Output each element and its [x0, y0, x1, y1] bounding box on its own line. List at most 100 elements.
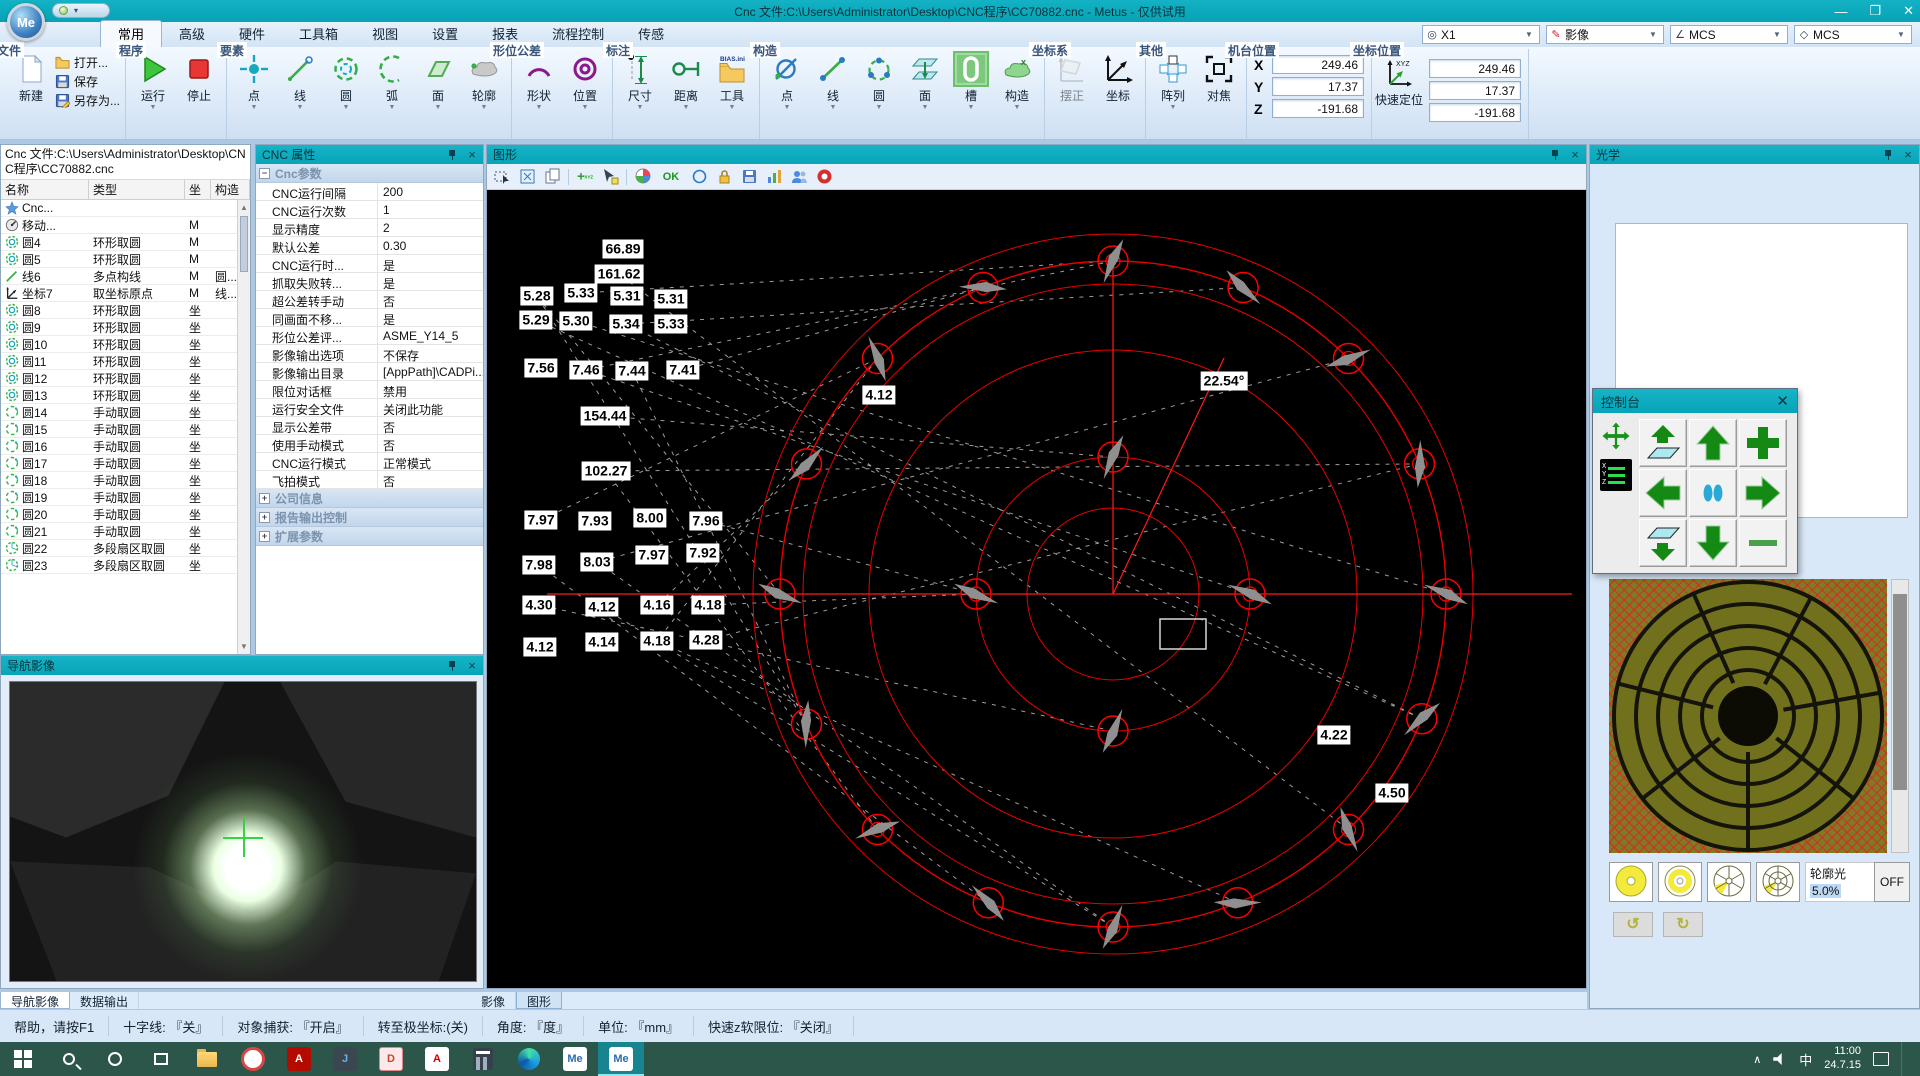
- column-header-坐[interactable]: 坐: [185, 180, 211, 200]
- 尺寸-button[interactable]: 尺寸▼: [618, 50, 662, 112]
- machine-z-value[interactable]: -191.68: [1272, 99, 1364, 118]
- tree-row-圆9[interactable]: 圆9环形取圆坐: [1, 319, 237, 336]
- property-row[interactable]: 抓取失败转...是: [256, 273, 483, 291]
- light-value[interactable]: 5.0%: [1810, 884, 1841, 898]
- color-icon[interactable]: [634, 168, 652, 186]
- taskbar-task-view-button[interactable]: [138, 1042, 184, 1076]
- 线-button[interactable]: 线▼: [811, 50, 855, 112]
- 停止-button[interactable]: 停止: [177, 50, 221, 104]
- 点-button[interactable]: 点▼: [765, 50, 809, 112]
- volume-icon[interactable]: [1773, 1053, 1787, 1065]
- tree-row-圆10[interactable]: 圆10环形取圆坐: [1, 336, 237, 353]
- pin-icon[interactable]: [1881, 149, 1895, 161]
- console-down-button[interactable]: [1689, 519, 1737, 567]
- 构造-button[interactable]: x构造▼: [995, 50, 1039, 112]
- pin-icon[interactable]: [445, 149, 459, 161]
- taskbar-search-button[interactable]: [46, 1042, 92, 1076]
- property-row[interactable]: CNC运行时...是: [256, 255, 483, 273]
- console-up-button[interactable]: [1689, 419, 1737, 467]
- maximize-button[interactable]: ❐: [1869, 3, 1881, 19]
- light-full-button[interactable]: [1609, 862, 1653, 902]
- property-value[interactable]: 2: [378, 219, 483, 236]
- 轮廓-button[interactable]: 轮廓▼: [462, 50, 506, 112]
- property-row[interactable]: 飞拍模式否: [256, 471, 483, 489]
- tree-row-圆4[interactable]: 圆4环形取圆M: [1, 234, 237, 251]
- console-z-down-button[interactable]: [1639, 519, 1687, 567]
- property-value[interactable]: 是: [378, 255, 483, 272]
- property-value[interactable]: 0.30: [378, 237, 483, 254]
- status-item-1[interactable]: 十字线: 『关』: [109, 1017, 222, 1036]
- console-right-button[interactable]: [1739, 469, 1787, 517]
- property-value[interactable]: 否: [378, 417, 483, 434]
- column-header-类型[interactable]: 类型: [89, 180, 185, 200]
- expand-icon[interactable]: +: [259, 493, 270, 504]
- taskbar-explorer-button[interactable]: [184, 1042, 230, 1076]
- show-desktop-button[interactable]: [1901, 1042, 1906, 1076]
- combo-mcs-2[interactable]: ∠MCS▼: [1670, 25, 1788, 44]
- column-header-构造[interactable]: 构造: [211, 180, 250, 200]
- 阵列-button[interactable]: 阵列▼: [1151, 50, 1195, 112]
- property-value[interactable]: 关闭此功能: [378, 399, 483, 416]
- tab-数据输出[interactable]: 数据输出: [70, 992, 139, 1009]
- tab-工具箱[interactable]: 工具箱: [282, 21, 355, 47]
- taskbar-acrobat-button[interactable]: A: [276, 1042, 322, 1076]
- property-value[interactable]: 是: [378, 309, 483, 326]
- combo-mcs-3[interactable]: ◇MCS▼: [1794, 25, 1912, 44]
- app-logo[interactable]: Me: [7, 3, 45, 41]
- 工具-button[interactable]: BIAS.ini工具▼: [710, 50, 754, 112]
- status-item-2[interactable]: 对象捕获: 『开启』: [223, 1017, 362, 1036]
- view-tab-图形[interactable]: 图形: [516, 992, 562, 1009]
- console-pause-button[interactable]: [1689, 469, 1737, 517]
- quick-access-toolbar[interactable]: ▾: [52, 3, 110, 18]
- scrollbar-thumb[interactable]: [240, 216, 248, 272]
- ring-light-diagram[interactable]: [1609, 579, 1887, 853]
- 打开...-button[interactable]: 打开...: [55, 54, 120, 71]
- property-row[interactable]: 影像输出选项不保存: [256, 345, 483, 363]
- taskbar-metus-button[interactable]: Me: [552, 1042, 598, 1076]
- tree-row-圆11[interactable]: 圆11环形取圆坐: [1, 353, 237, 370]
- copy-view-icon[interactable]: [543, 168, 561, 186]
- machine-y-value[interactable]: 17.37: [1272, 77, 1364, 96]
- expand-icon[interactable]: +: [259, 512, 270, 523]
- property-value[interactable]: 是: [378, 273, 483, 290]
- optics-scrollbar[interactable]: [1891, 579, 1909, 853]
- 圆-button[interactable]: 圆▼: [857, 50, 901, 112]
- console-plus-button[interactable]: [1739, 419, 1787, 467]
- coord-value-1[interactable]: 17.37: [1429, 81, 1521, 100]
- combo-影像-1[interactable]: ✎影像▼: [1546, 25, 1664, 44]
- console-minus-button[interactable]: [1739, 519, 1787, 567]
- 槽-button[interactable]: 槽▼: [949, 50, 993, 112]
- column-header-名称[interactable]: 名称: [1, 180, 89, 200]
- quick-position-button[interactable]: XYZ快速定位: [1377, 54, 1421, 122]
- 另存为...-button[interactable]: 另存为...: [55, 92, 120, 109]
- status-item-6[interactable]: 快速z软限位: 『关闭』: [694, 1017, 853, 1036]
- taskbar-media-button[interactable]: [230, 1042, 276, 1076]
- tree-row-圆5[interactable]: 圆5环形取圆M: [1, 251, 237, 268]
- 距离-button[interactable]: 距离▼: [664, 50, 708, 112]
- rotate-ccw-button[interactable]: ↺: [1613, 912, 1653, 937]
- property-row[interactable]: 超公差转手动否: [256, 291, 483, 309]
- property-group-header[interactable]: +报告输出控制: [256, 508, 483, 527]
- tree-row-圆18[interactable]: 圆18手动取圆坐: [1, 472, 237, 489]
- status-item-5[interactable]: 单位: 『mm』: [584, 1017, 693, 1036]
- property-value[interactable]: 否: [378, 291, 483, 308]
- 运行-button[interactable]: 运行▼: [131, 50, 175, 112]
- tree-row-圆20[interactable]: 圆20手动取圆坐: [1, 506, 237, 523]
- taskbar-autocad-button[interactable]: A: [414, 1042, 460, 1076]
- property-group-header[interactable]: +公司信息: [256, 489, 483, 508]
- tree-row-圆14[interactable]: 圆14手动取圆坐: [1, 404, 237, 421]
- property-row[interactable]: 显示公差带否: [256, 417, 483, 435]
- property-row[interactable]: 限位对话框禁用: [256, 381, 483, 399]
- property-value[interactable]: 1: [378, 201, 483, 218]
- close-panel-icon[interactable]: ×: [465, 148, 479, 162]
- users-icon[interactable]: [790, 168, 808, 186]
- tab-高级[interactable]: 高级: [162, 21, 222, 47]
- 保存-button[interactable]: 保存: [55, 73, 120, 90]
- close-panel-icon[interactable]: ×: [465, 659, 479, 673]
- console-close-icon[interactable]: ✕: [1776, 392, 1789, 410]
- ok-button[interactable]: OK: [659, 168, 683, 186]
- tree-row-圆22[interactable]: 圆22多段扇区取圆坐: [1, 540, 237, 557]
- 新建-button[interactable]: 新建: [9, 50, 53, 104]
- save-view-icon[interactable]: [740, 168, 758, 186]
- 线-button[interactable]: 线▼: [278, 50, 322, 112]
